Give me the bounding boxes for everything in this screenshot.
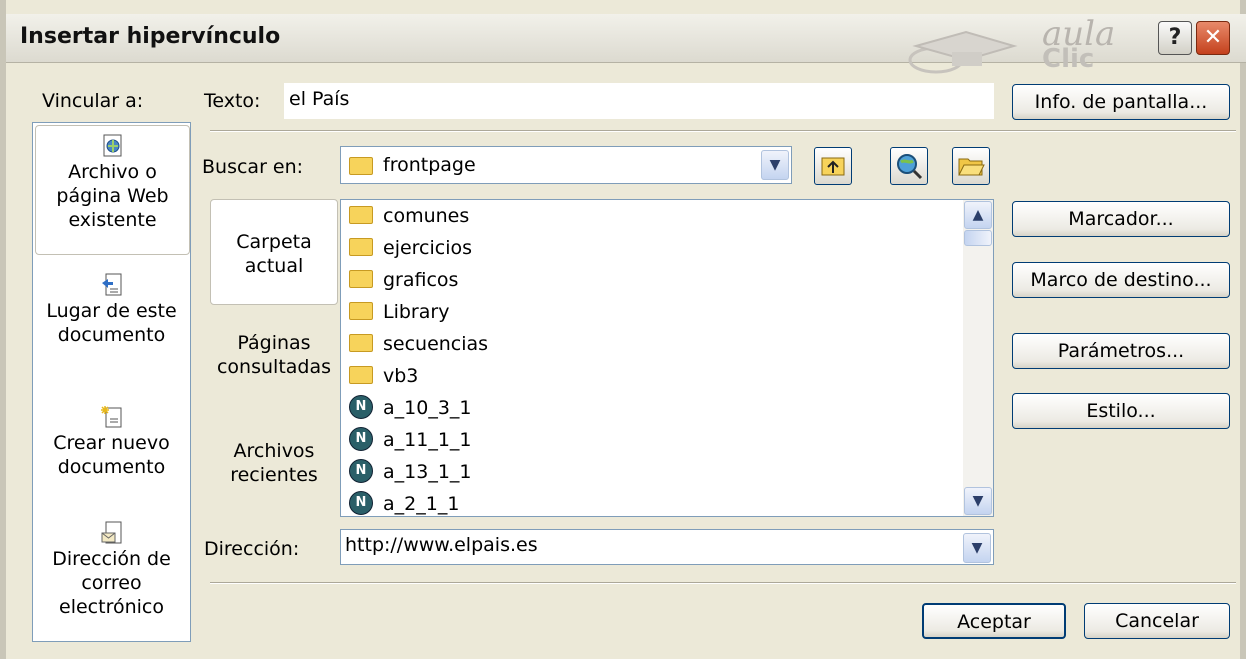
help-button[interactable]: ? — [1158, 21, 1192, 55]
aulaclic-logo-icon — [908, 30, 1018, 74]
file-name: comunes — [383, 205, 470, 227]
nav-recent-files[interactable]: Archivos recientes — [210, 439, 338, 487]
nav-label: Páginas — [237, 332, 311, 354]
list-item[interactable]: vb3 — [349, 360, 418, 392]
link-option-label: electrónico — [59, 596, 164, 618]
address-value: http://www.elpais.es — [345, 534, 538, 556]
file-name: ejercicios — [383, 237, 473, 259]
nav-browsed-pages[interactable]: Páginas consultadas — [210, 331, 338, 379]
folder-icon — [349, 237, 373, 256]
email-address-icon — [101, 521, 121, 544]
dialog-title: Insertar hipervínculo — [20, 24, 281, 49]
link-option-label: Dirección de — [52, 548, 171, 570]
file-name: Library — [383, 301, 450, 323]
separator — [210, 582, 1236, 584]
file-name: graficos — [383, 269, 459, 291]
browse-web-button[interactable] — [890, 147, 928, 185]
web-file-icon — [103, 134, 121, 157]
netscape-page-icon: N — [349, 394, 373, 419]
logo-text-clic: Clic — [1042, 44, 1095, 74]
folder-icon — [349, 365, 373, 384]
link-to-email-address[interactable]: Dirección de correo electrónico — [33, 521, 190, 619]
open-folder-icon — [958, 158, 985, 176]
link-option-label: Crear nuevo — [53, 432, 170, 454]
link-to-new-document[interactable]: Crear nuevo documento — [33, 405, 190, 479]
look-in-dropdown[interactable]: frontpage ▼ — [340, 146, 792, 184]
folder-icon — [349, 301, 373, 320]
netscape-page-icon: N — [349, 458, 373, 483]
list-item[interactable]: Na_11_1_1 — [349, 424, 472, 456]
chevron-down-icon[interactable]: ▼ — [963, 533, 991, 563]
list-item[interactable]: ejercicios — [349, 232, 472, 264]
parameters-button[interactable]: Parámetros... — [1012, 333, 1230, 369]
link-option-label: Lugar de este — [46, 300, 177, 322]
link-option-label: correo — [81, 572, 142, 594]
scroll-up-icon[interactable]: ▲ — [964, 201, 992, 229]
netscape-page-icon: N — [349, 426, 373, 451]
folder-icon — [349, 333, 373, 352]
separator — [210, 130, 1236, 132]
screen-tip-button[interactable]: Info. de pantalla... — [1012, 84, 1230, 120]
folder-icon — [349, 157, 373, 175]
nav-current-folder[interactable]: Carpeta actual — [210, 199, 338, 305]
browse-web-icon — [897, 154, 923, 180]
folder-icon — [349, 269, 373, 288]
file-name: a_13_1_1 — [383, 461, 472, 483]
list-item[interactable]: secuencias — [349, 328, 488, 360]
list-item[interactable]: comunes — [349, 200, 469, 232]
nav-label: consultadas — [216, 356, 332, 378]
link-option-label: Archivo o — [68, 161, 157, 183]
chevron-down-icon[interactable]: ▼ — [761, 150, 789, 180]
text-to-display-input[interactable]: el País — [284, 83, 994, 119]
look-in-label: Buscar en: — [202, 156, 304, 178]
link-to-existing-file[interactable]: Archivo o página Web existente — [35, 125, 190, 255]
close-button[interactable]: ✕ — [1196, 21, 1230, 55]
target-frame-button[interactable]: Marco de destino... — [1012, 262, 1230, 298]
cancel-button[interactable]: Cancelar — [1084, 603, 1230, 639]
nav-label: Carpeta — [236, 231, 312, 253]
list-item[interactable]: Na_10_3_1 — [349, 392, 472, 424]
place-in-document-icon — [101, 273, 121, 296]
list-item[interactable]: Na_13_1_1 — [349, 456, 472, 488]
folder-icon — [349, 205, 373, 224]
text-to-display-label: Texto: — [204, 90, 261, 112]
file-name: secuencias — [383, 333, 489, 355]
link-option-label: existente — [68, 209, 157, 231]
file-name: a_10_3_1 — [383, 397, 472, 419]
up-one-folder-button[interactable] — [814, 147, 852, 185]
scroll-thumb[interactable] — [964, 230, 992, 246]
insert-hyperlink-dialog: Insertar hipervínculo ? ✕ aula Clic Vinc… — [0, 0, 1246, 659]
ok-button[interactable]: Aceptar — [922, 603, 1066, 639]
nav-label: Archivos — [233, 440, 315, 462]
list-item[interactable]: Library — [349, 296, 449, 328]
nav-label: actual — [244, 255, 304, 277]
file-name: vb3 — [383, 365, 419, 387]
nav-label: recientes — [230, 464, 318, 486]
file-list: comunes ejercicios graficos Library secu… — [340, 199, 994, 517]
link-to-panel: Archivo o página Web existente Lugar de … — [32, 122, 191, 642]
address-label: Dirección: — [204, 538, 300, 560]
link-to-place-in-document[interactable]: Lugar de este documento — [33, 273, 190, 347]
look-in-value: frontpage — [383, 154, 476, 176]
netscape-page-icon: N — [349, 490, 373, 515]
file-name: a_2_1_1 — [383, 493, 460, 515]
scroll-down-icon[interactable]: ▼ — [964, 487, 992, 515]
address-input[interactable]: http://www.elpais.es ▼ — [340, 529, 994, 565]
folder-up-icon — [821, 157, 845, 176]
file-name: a_11_1_1 — [383, 429, 472, 451]
link-option-label: documento — [57, 324, 166, 346]
browse-file-button[interactable] — [952, 147, 990, 185]
new-document-icon — [100, 406, 121, 428]
link-option-label: página Web — [56, 185, 169, 207]
list-item[interactable]: Na_2_1_1 — [349, 488, 460, 516]
browse-nav-panel: Carpeta actual Páginas consultadas Archi… — [210, 199, 338, 517]
list-item[interactable]: graficos — [349, 264, 458, 296]
link-to-label: Vincular a: — [42, 90, 144, 112]
link-option-label: documento — [57, 456, 166, 478]
style-button[interactable]: Estilo... — [1012, 393, 1230, 429]
bookmark-button[interactable]: Marcador... — [1012, 201, 1230, 237]
vertical-scrollbar[interactable]: ▲ ▼ — [963, 200, 993, 516]
